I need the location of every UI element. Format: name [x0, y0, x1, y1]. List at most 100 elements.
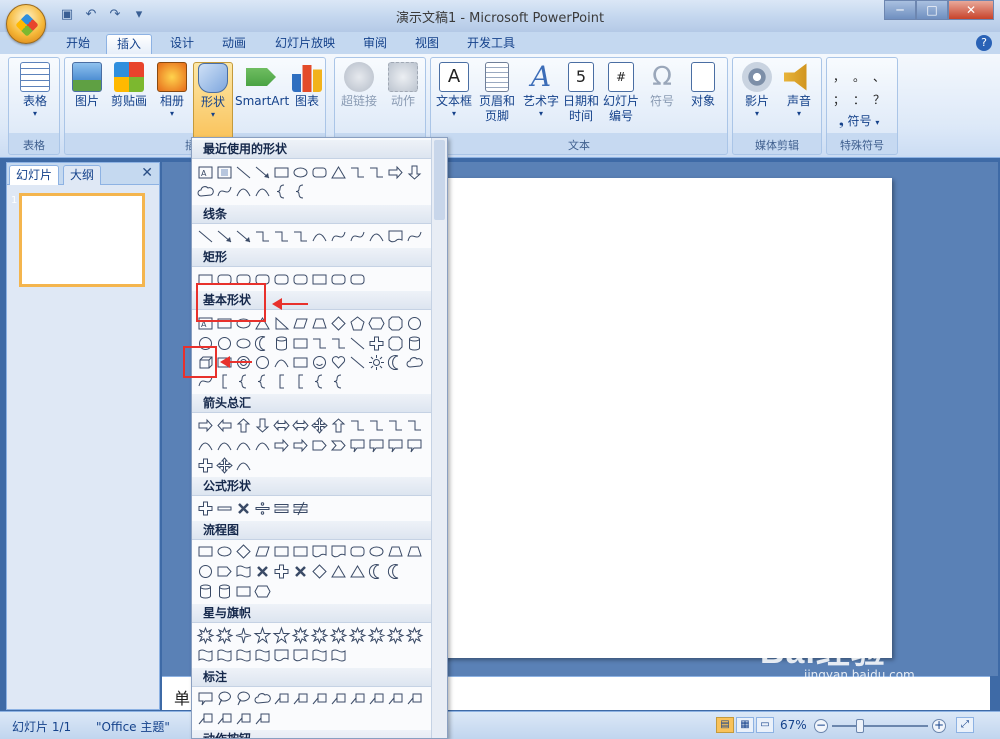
can-shape-icon[interactable] — [272, 334, 291, 353]
curve-shape-icon[interactable] — [367, 227, 386, 246]
can-shape-icon[interactable] — [215, 582, 234, 601]
callout-shape-icon[interactable] — [196, 689, 215, 708]
line-shape-icon[interactable] — [234, 163, 253, 182]
can-shape-icon[interactable] — [196, 582, 215, 601]
maximize-button[interactable]: □ — [916, 0, 948, 20]
lineCall-shape-icon[interactable] — [367, 689, 386, 708]
lineCall-shape-icon[interactable] — [348, 689, 367, 708]
cloud-shape-icon[interactable] — [253, 689, 272, 708]
para-shape-icon[interactable] — [291, 314, 310, 333]
lineCall-shape-icon[interactable] — [215, 709, 234, 728]
tab-developer[interactable]: 开发工具 — [458, 34, 524, 54]
smile-shape-icon[interactable] — [310, 353, 329, 372]
can-shape-icon[interactable] — [405, 334, 424, 353]
callO-shape-icon[interactable] — [215, 689, 234, 708]
help-icon[interactable]: ? — [976, 35, 992, 51]
circle-shape-icon[interactable] — [196, 562, 215, 581]
zoom-in-button[interactable]: + — [932, 719, 946, 733]
brace-shape-icon[interactable] — [234, 372, 253, 391]
mult-shape-icon[interactable] — [234, 499, 253, 518]
trap-shape-icon[interactable] — [386, 542, 405, 561]
brace-shape-icon[interactable] — [253, 372, 272, 391]
elbow-shape-icon[interactable] — [310, 334, 329, 353]
curve-shape-icon[interactable] — [196, 436, 215, 455]
cloud-shape-icon[interactable] — [405, 353, 424, 372]
heart-shape-icon[interactable] — [329, 353, 348, 372]
tri-shape-icon[interactable] — [329, 562, 348, 581]
movie-button[interactable]: 影片 ▾ — [737, 62, 777, 119]
vtextbox-shape-icon[interactable] — [215, 163, 234, 182]
hyperlink-button[interactable]: 超链接 — [339, 62, 379, 109]
quad-shape-icon[interactable] — [310, 416, 329, 435]
clipart-button[interactable]: 剪贴画 — [107, 62, 151, 109]
tab-animation[interactable]: 动画 — [212, 34, 256, 54]
arrowU-shape-icon[interactable] — [329, 416, 348, 435]
curve-shape-icon[interactable] — [253, 182, 272, 201]
symbol-colon[interactable]: ： — [853, 91, 873, 108]
rect-shape-icon[interactable] — [196, 542, 215, 561]
cloud-shape-icon[interactable] — [196, 182, 215, 201]
trap-shape-icon[interactable] — [310, 314, 329, 333]
lineCall-shape-icon[interactable] — [291, 689, 310, 708]
oct-shape-icon[interactable] — [386, 314, 405, 333]
slideshow-view-button[interactable]: ▭ — [756, 717, 774, 733]
star4-shape-icon[interactable] — [234, 626, 253, 645]
brace-shape-icon[interactable] — [272, 182, 291, 201]
chart-button[interactable]: 图表 — [289, 62, 325, 109]
slide-thumbnail[interactable] — [19, 193, 145, 287]
rtri-shape-icon[interactable] — [272, 314, 291, 333]
zoom-out-button[interactable]: − — [814, 719, 828, 733]
special-symbol-dropdown[interactable]: ❟ 符号 ▾ — [839, 112, 879, 129]
callout-shape-icon[interactable] — [405, 436, 424, 455]
pentArrow-shape-icon[interactable] — [310, 436, 329, 455]
line-shape-icon[interactable] — [196, 227, 215, 246]
rect-shape-icon[interactable] — [291, 353, 310, 372]
tab-design[interactable]: 设计 — [160, 34, 204, 54]
burst-shape-icon[interactable] — [348, 626, 367, 645]
arrowline-shape-icon[interactable] — [215, 227, 234, 246]
banner-shape-icon[interactable] — [329, 646, 348, 665]
div-shape-icon[interactable] — [253, 499, 272, 518]
callout-shape-icon[interactable] — [348, 436, 367, 455]
moon-shape-icon[interactable] — [386, 562, 405, 581]
object-button[interactable]: 对象 — [683, 62, 723, 109]
lineCall-shape-icon[interactable] — [253, 709, 272, 728]
callout-shape-icon[interactable] — [386, 436, 405, 455]
arrowR-shape-icon[interactable] — [196, 416, 215, 435]
callout-shape-icon[interactable] — [367, 436, 386, 455]
rrect-shape-icon[interactable] — [272, 270, 291, 289]
office-button[interactable] — [6, 4, 46, 44]
banner-shape-icon[interactable] — [196, 646, 215, 665]
tab-review[interactable]: 审阅 — [354, 34, 396, 54]
mult-shape-icon[interactable] — [291, 562, 310, 581]
plus-shape-icon[interactable] — [196, 456, 215, 475]
pent-shape-icon[interactable] — [348, 314, 367, 333]
burst-shape-icon[interactable] — [329, 626, 348, 645]
doc-shape-icon[interactable] — [386, 227, 405, 246]
symbol-pause[interactable]: 、 — [873, 68, 893, 85]
tri-shape-icon[interactable] — [348, 562, 367, 581]
neq-shape-icon[interactable] — [291, 499, 310, 518]
close-pane-icon[interactable]: ✕ — [141, 165, 153, 181]
curve-shape-icon[interactable] — [310, 227, 329, 246]
table-button[interactable]: 表格 ▾ — [15, 62, 55, 119]
lineCall-shape-icon[interactable] — [386, 689, 405, 708]
line-shape-icon[interactable] — [348, 334, 367, 353]
brack-shape-icon[interactable] — [291, 372, 310, 391]
eq-shape-icon[interactable] — [272, 499, 291, 518]
diamond-shape-icon[interactable] — [329, 314, 348, 333]
rect-shape-icon[interactable] — [291, 542, 310, 561]
plus-shape-icon[interactable] — [367, 334, 386, 353]
moon-shape-icon[interactable] — [367, 562, 386, 581]
elbow-shape-icon[interactable] — [367, 163, 386, 182]
close-button[interactable]: ✕ — [948, 0, 994, 20]
line-shape-icon[interactable] — [348, 353, 367, 372]
album-button[interactable]: 相册 ▾ — [153, 62, 191, 119]
rrect-shape-icon[interactable] — [310, 163, 329, 182]
slide-number-button[interactable]: # 幻灯片 编号 — [601, 62, 641, 124]
tab-slideshow[interactable]: 幻灯片放映 — [266, 34, 344, 54]
oval-shape-icon[interactable] — [234, 334, 253, 353]
lineCall-shape-icon[interactable] — [234, 709, 253, 728]
mult-shape-icon[interactable] — [253, 562, 272, 581]
diamond-shape-icon[interactable] — [234, 542, 253, 561]
